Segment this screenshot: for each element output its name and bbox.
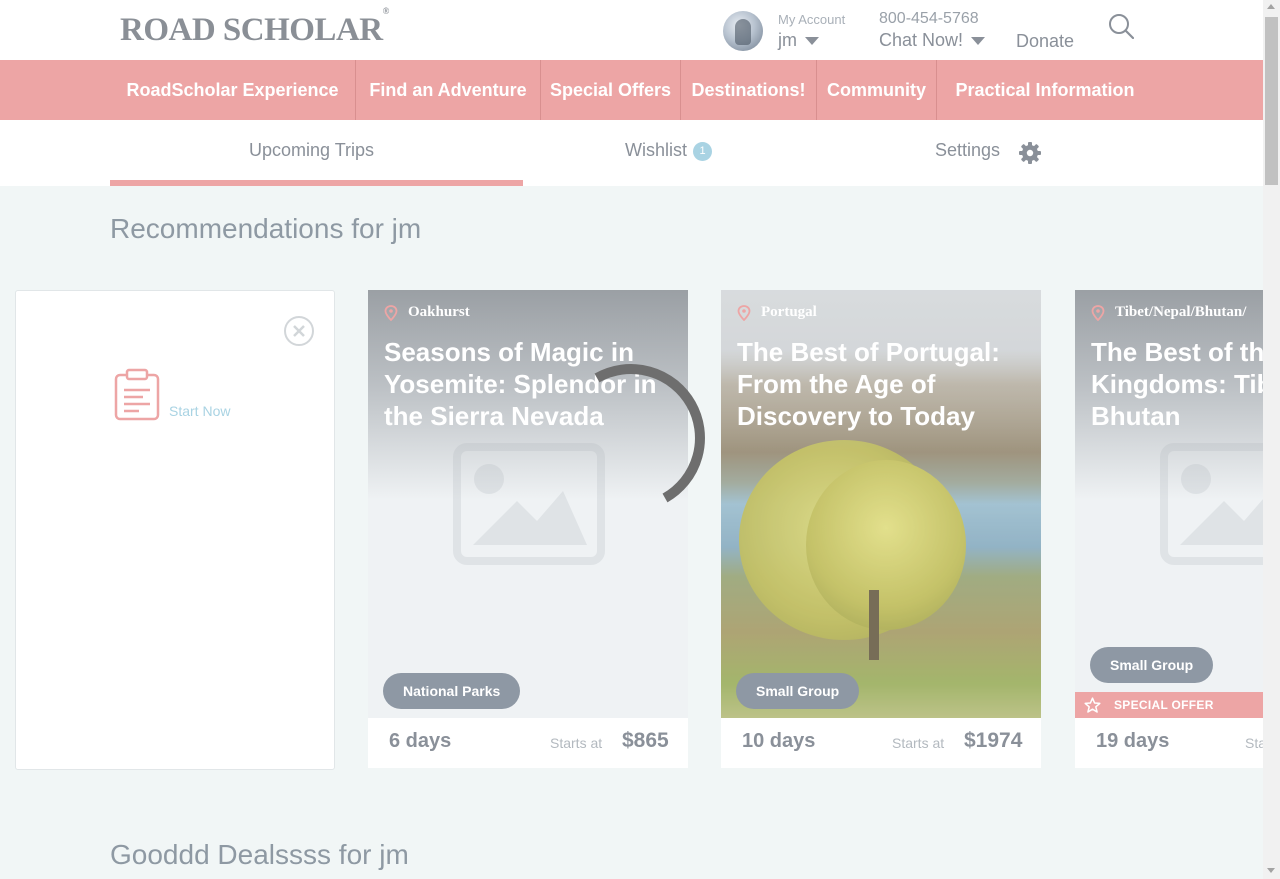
star-icon bbox=[1084, 697, 1101, 713]
recommendations-title: Recommendations for jm bbox=[110, 213, 422, 244]
trip-location: Tibet/Nepal/Bhutan/ bbox=[1115, 304, 1247, 320]
nav-roadscholar-experience[interactable]: RoadScholar Experience bbox=[110, 60, 355, 120]
tab-wishlist-label: Wishlist bbox=[625, 140, 687, 160]
trip-tag[interactable]: Small Group bbox=[736, 673, 860, 709]
scrollbar-thumb[interactable] bbox=[1265, 17, 1278, 185]
nav-special-offers[interactable]: Special Offers bbox=[541, 60, 680, 120]
start-now-link[interactable]: Start Now bbox=[169, 403, 230, 419]
trip-tag[interactable]: National Parks bbox=[383, 673, 521, 709]
trip-duration: 6 days bbox=[389, 730, 452, 752]
trip-footer: 6 days Starts at $865 bbox=[368, 718, 688, 768]
trip-duration: 10 days bbox=[742, 730, 816, 752]
active-tab-indicator bbox=[110, 180, 523, 186]
location-pin-icon bbox=[384, 305, 398, 321]
main-nav: RoadScholar Experience Find an Adventure… bbox=[0, 60, 1263, 120]
account-tabs: Upcoming Trips Wishlist 1 Settings bbox=[0, 120, 1263, 186]
trip-footer: 10 days Starts at $1974 bbox=[721, 718, 1041, 768]
account-menu[interactable]: jm bbox=[778, 30, 819, 51]
trip-title[interactable]: The Best of the Kingdoms: Tibet and Bhut… bbox=[1091, 336, 1263, 432]
chevron-down-icon bbox=[971, 37, 986, 46]
starts-at-label: Sta bbox=[1245, 735, 1263, 751]
survey-card[interactable] bbox=[15, 290, 335, 770]
trip-title[interactable]: The Best of Portugal: From the Age of Di… bbox=[737, 336, 1037, 432]
loading-spinner-icon bbox=[594, 364, 705, 503]
clipboard-icon[interactable] bbox=[113, 368, 161, 422]
trip-price: $1974 bbox=[964, 729, 1023, 752]
nav-destinations[interactable]: Destinations! bbox=[681, 60, 816, 120]
trip-footer: 19 days Sta bbox=[1075, 718, 1263, 768]
chat-now-label: Chat Now! bbox=[879, 30, 964, 50]
starts-at-label: Starts at bbox=[550, 735, 603, 751]
scroll-up-arrow-icon[interactable] bbox=[1267, 4, 1275, 9]
deals-title: Gooddd Dealssss for jm bbox=[110, 839, 409, 870]
trip-duration: 19 days bbox=[1096, 730, 1170, 752]
wishlist-count-badge: 1 bbox=[693, 141, 712, 161]
nav-community[interactable]: Community bbox=[817, 60, 936, 120]
gear-icon[interactable] bbox=[1018, 141, 1042, 165]
trip-price: $865 bbox=[622, 729, 669, 752]
chevron-down-icon bbox=[805, 37, 819, 46]
chat-now-menu[interactable]: Chat Now! bbox=[879, 30, 986, 51]
special-offer-label: SPECIAL OFFER bbox=[1114, 698, 1214, 712]
starts-at-label: Starts at bbox=[892, 735, 945, 751]
tab-settings[interactable]: Settings bbox=[935, 140, 1000, 161]
top-bar: ROAD SCHOLAR® My Account jm 800-454-5768… bbox=[0, 0, 1263, 60]
trip-card[interactable]: Tibet/Nepal/Bhutan/ The Best of the King… bbox=[1075, 290, 1263, 768]
phone-number[interactable]: 800-454-5768 bbox=[879, 10, 979, 28]
tab-wishlist[interactable]: Wishlist 1 bbox=[625, 140, 712, 161]
nav-practical-information[interactable]: Practical Information bbox=[937, 60, 1153, 120]
trip-tag[interactable]: Small Group bbox=[1090, 647, 1214, 683]
scroll-down-arrow-icon[interactable] bbox=[1267, 868, 1275, 873]
tab-upcoming-trips[interactable]: Upcoming Trips bbox=[249, 140, 374, 161]
trip-location: Portugal bbox=[761, 304, 817, 320]
nav-find-an-adventure[interactable]: Find an Adventure bbox=[356, 60, 540, 120]
close-icon[interactable] bbox=[283, 315, 315, 347]
account-name: jm bbox=[778, 30, 797, 50]
donate-link[interactable]: Donate bbox=[1016, 31, 1074, 52]
trip-location: Oakhurst bbox=[408, 304, 470, 320]
avatar[interactable] bbox=[723, 11, 763, 51]
location-pin-icon bbox=[1091, 305, 1105, 321]
location-pin-icon bbox=[737, 305, 751, 321]
my-account-label[interactable]: My Account bbox=[778, 12, 845, 27]
trip-card[interactable]: Portugal The Best of Portugal: From the … bbox=[721, 290, 1041, 768]
search-icon[interactable] bbox=[1108, 13, 1134, 39]
special-offer-banner: SPECIAL OFFER bbox=[1075, 692, 1263, 718]
road-scholar-logo[interactable]: ROAD SCHOLAR® bbox=[120, 6, 389, 49]
